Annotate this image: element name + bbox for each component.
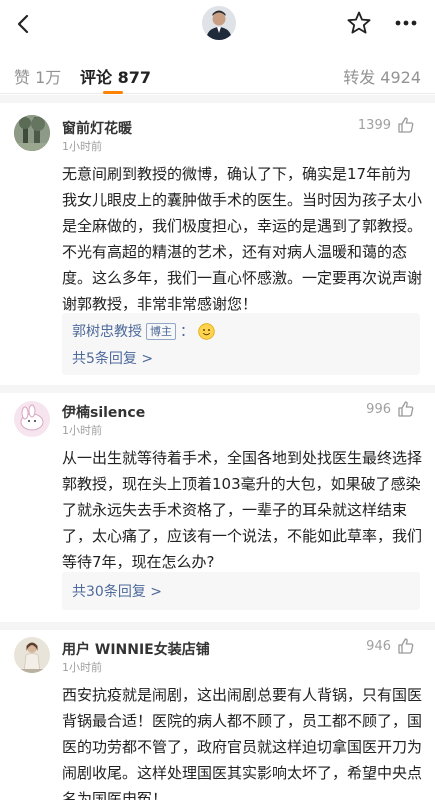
comment-item: 用户 WINNIE女装店铺 1小时前 946 西安抗疫就是闹剧，这出闹剧总要有人… xyxy=(0,630,435,800)
comment-item: 窗前灯花暖 1小时前 1399 无意间刷到教授的微博，确认了下，确实是17年前为… xyxy=(0,103,435,385)
section-divider xyxy=(0,385,435,393)
smile-emoji-icon xyxy=(198,322,215,340)
like-count: 996 xyxy=(366,402,391,417)
star-outline-icon[interactable] xyxy=(346,10,372,36)
author-badge: 博主 xyxy=(146,322,176,340)
reply-preview-box[interactable]: 郭树忠教授 博主 ： 共5条回复 > xyxy=(62,313,420,375)
comment-time: 1小时前 xyxy=(62,424,102,437)
commenter-avatar[interactable] xyxy=(14,637,50,673)
commenter-avatar[interactable] xyxy=(14,401,50,437)
active-tab-indicator xyxy=(103,91,123,94)
top-bar xyxy=(0,0,435,50)
tab-likes[interactable]: 赞 1万 xyxy=(14,64,61,88)
like-count: 1399 xyxy=(357,118,391,133)
more-replies-link[interactable]: 共30条回复 > xyxy=(72,581,162,601)
section-divider xyxy=(0,95,435,103)
commenter-name[interactable]: 窗前灯花暖 xyxy=(62,118,132,138)
more-dots-icon[interactable] xyxy=(392,10,420,36)
reply-separator: ： xyxy=(180,324,194,340)
comment-text: 无意间刷到教授的微博，确认了下，确实是17年前为我女儿眼皮上的囊肿做手术的医生。… xyxy=(62,165,423,313)
back-chevron-icon[interactable] xyxy=(10,10,38,38)
thumbs-up-icon[interactable] xyxy=(397,116,415,134)
like-count: 946 xyxy=(366,639,391,654)
commenter-name[interactable]: 用户 WINNIE女装店铺 xyxy=(62,639,210,659)
thumbs-up-icon[interactable] xyxy=(397,637,415,655)
commenter-avatar[interactable] xyxy=(14,115,50,151)
author-avatar[interactable] xyxy=(202,6,236,40)
comment-item: 伊楠silence 1小时前 996 从一出生就等待着手术，全国各地到处找医生最… xyxy=(0,393,435,623)
comment-text: 西安抗疫就是闹剧，这出闹剧总要有人背锅，只有国医背锅最合适！医院的病人都不顾了，… xyxy=(62,686,423,800)
comment-time: 1小时前 xyxy=(62,661,102,674)
section-divider xyxy=(0,622,435,630)
thumbs-up-icon[interactable] xyxy=(397,400,415,418)
tab-comments[interactable]: 评论 877 xyxy=(80,64,151,88)
reply-author-name[interactable]: 郭树忠教授 xyxy=(72,321,142,341)
comment-time: 1小时前 xyxy=(62,140,102,153)
author-reply: 郭树忠教授 博主 ： xyxy=(72,321,215,341)
reply-preview-box[interactable]: 共30条回复 > xyxy=(62,572,420,610)
comment-text: 从一出生就等待着手术，全国各地到处找医生最终选择郭教授，现在头上顶着103毫升的… xyxy=(62,449,423,571)
tab-reposts[interactable]: 转发 4924 xyxy=(343,64,421,88)
tab-bar: 赞 1万 评论 877 转发 4924 xyxy=(0,54,435,94)
commenter-name[interactable]: 伊楠silence xyxy=(62,402,145,422)
more-replies-link[interactable]: 共5条回复 > xyxy=(72,348,153,368)
